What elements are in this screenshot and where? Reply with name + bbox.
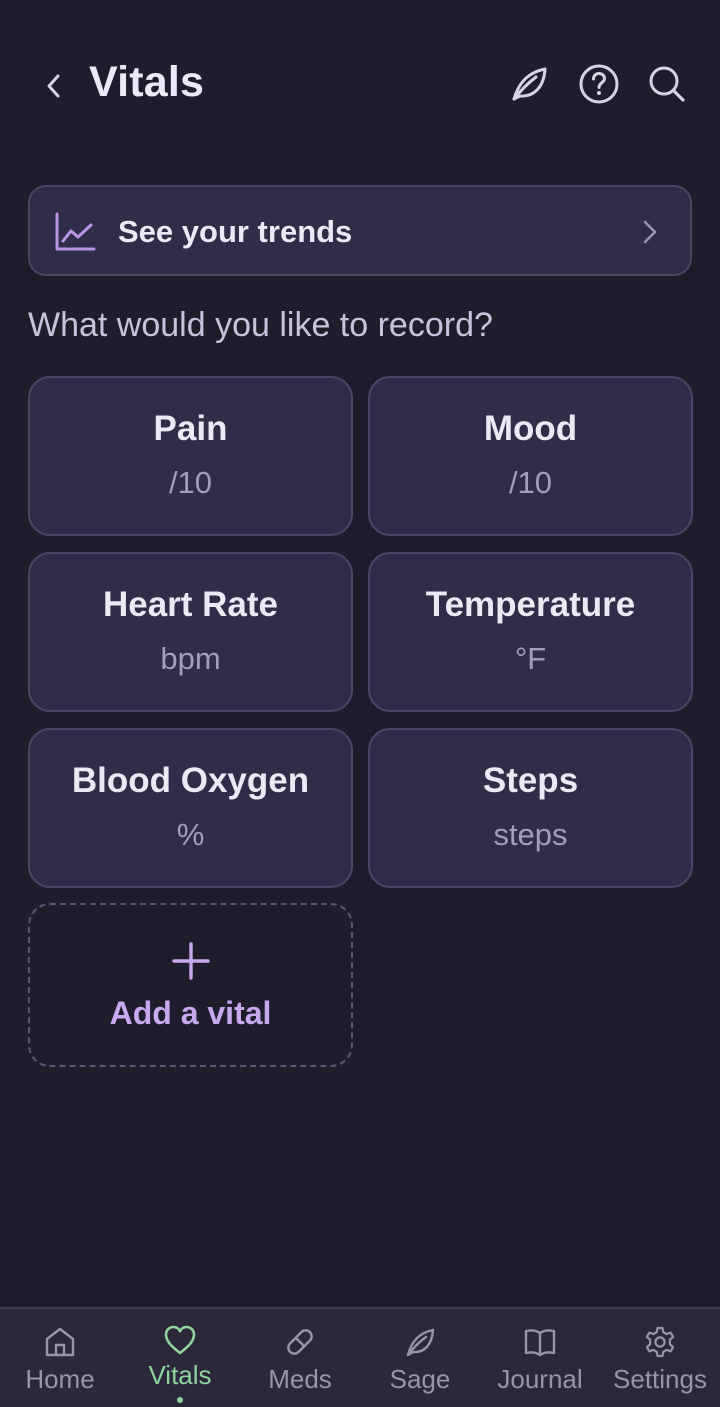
- bottom-nav: Home Vitals Meds Sage Journal Settings: [0, 1307, 720, 1407]
- header: Vitals: [0, 0, 720, 170]
- active-indicator: [177, 1397, 183, 1403]
- vital-name: Mood: [483, 409, 578, 448]
- nav-label: Home: [25, 1364, 95, 1394]
- gear-icon: [645, 1326, 675, 1358]
- nav-label: Settings: [613, 1364, 707, 1394]
- plus-icon: [171, 942, 210, 980]
- nav-sage[interactable]: Sage: [360, 1309, 480, 1407]
- book-icon: [524, 1329, 556, 1357]
- search-icon: [649, 66, 685, 102]
- vital-card-temperature[interactable]: Temperature °F: [368, 552, 693, 712]
- nav-home[interactable]: Home: [0, 1309, 120, 1407]
- add-vital-button[interactable]: Add a vital: [28, 903, 353, 1067]
- vital-card-pain[interactable]: Pain /10: [28, 376, 353, 536]
- line-chart-icon: [55, 212, 96, 251]
- vital-unit: /10: [508, 465, 553, 500]
- vital-card-steps[interactable]: Steps steps: [368, 728, 693, 888]
- back-button[interactable]: [36, 66, 72, 106]
- vital-card-blood-oxygen[interactable]: Blood Oxygen %: [28, 728, 353, 888]
- home-icon: [45, 1327, 75, 1357]
- vital-unit: steps: [493, 817, 568, 852]
- vital-name: Temperature: [425, 585, 636, 624]
- vitals-screen: Vitals See your trends What would you li…: [0, 0, 720, 1407]
- nav-label: Journal: [497, 1364, 583, 1394]
- vital-unit: %: [176, 817, 205, 852]
- heart-icon: [164, 1325, 196, 1355]
- vital-name: Blood Oxygen: [71, 761, 310, 800]
- page-title: Vitals: [89, 58, 205, 106]
- help-icon: [579, 64, 619, 104]
- vital-unit: bpm: [160, 641, 221, 676]
- pill-icon: [287, 1329, 313, 1355]
- nav-journal[interactable]: Journal: [480, 1309, 600, 1407]
- nav-settings[interactable]: Settings: [600, 1309, 720, 1407]
- add-vital-label: Add a vital: [109, 995, 272, 1031]
- chevron-right-icon: [643, 220, 657, 244]
- vital-name: Pain: [153, 409, 228, 448]
- trends-label: See your trends: [118, 214, 353, 249]
- nav-label: Meds: [268, 1364, 332, 1394]
- vital-unit: /10: [168, 465, 213, 500]
- sage-button[interactable]: [507, 62, 551, 106]
- vital-unit: °F: [514, 641, 547, 676]
- help-button[interactable]: [577, 62, 621, 106]
- nav-meds[interactable]: Meds: [240, 1309, 360, 1407]
- record-prompt: What would you like to record?: [28, 306, 493, 344]
- leaf-icon: [512, 67, 547, 101]
- nav-vitals[interactable]: Vitals: [120, 1309, 240, 1407]
- nav-label: Sage: [389, 1364, 451, 1394]
- vital-name: Heart Rate: [102, 585, 279, 624]
- see-trends-button[interactable]: See your trends: [28, 185, 692, 276]
- vital-name: Steps: [482, 761, 579, 800]
- leaf-icon: [406, 1328, 435, 1357]
- nav-label: Vitals: [148, 1360, 212, 1390]
- chevron-left-icon: [47, 74, 60, 98]
- vital-card-heart-rate[interactable]: Heart Rate bpm: [28, 552, 353, 712]
- search-button[interactable]: [645, 62, 689, 106]
- vital-card-mood[interactable]: Mood /10: [368, 376, 693, 536]
